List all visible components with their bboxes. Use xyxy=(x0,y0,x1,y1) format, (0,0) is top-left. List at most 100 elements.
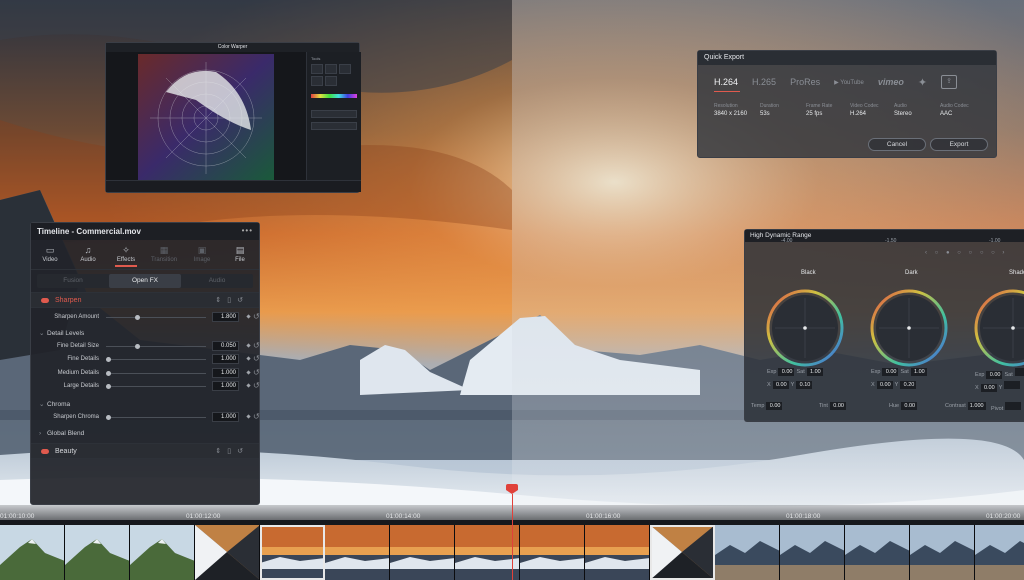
slider-knob[interactable] xyxy=(134,315,140,320)
reset-icon[interactable]: ↺ xyxy=(253,354,260,363)
keyframe-icon[interactable] xyxy=(246,342,251,348)
color-wheel[interactable] xyxy=(973,288,1024,368)
y-value[interactable]: 0.10 xyxy=(796,381,813,389)
keyframe-icon[interactable] xyxy=(246,369,251,375)
exp-value[interactable]: 0.00 xyxy=(986,371,1003,379)
reset-icon[interactable]: ↺ xyxy=(253,312,260,321)
sharpen-amount-value[interactable]: 1.800 xyxy=(212,312,239,322)
clip-thumbnail[interactable] xyxy=(780,525,845,580)
warper-tool-2[interactable] xyxy=(325,64,337,74)
codec-h264[interactable]: H.264 xyxy=(714,77,738,87)
playhead[interactable] xyxy=(506,484,518,580)
beauty-effect-header[interactable]: Beauty ⇕▯↺ xyxy=(31,443,259,459)
color-wheel[interactable] xyxy=(765,288,845,368)
reset-icon[interactable]: ↺ xyxy=(253,368,260,377)
reset-icon[interactable]: ↺ xyxy=(253,381,260,390)
more-dots-icon[interactable]: ••• xyxy=(242,226,253,235)
keyframe-icon[interactable] xyxy=(246,314,251,319)
detail-level-slider[interactable] xyxy=(106,370,206,376)
clip-thumbnail[interactable] xyxy=(390,525,455,580)
hdr-bottom-value[interactable]: 0.00 xyxy=(829,402,846,410)
clip-thumbnail[interactable] xyxy=(130,525,195,580)
export-button[interactable]: Export xyxy=(930,138,988,151)
slider-knob[interactable] xyxy=(106,414,111,420)
sat-value[interactable] xyxy=(1014,368,1024,376)
youtube-icon[interactable]: ▶ YouTube xyxy=(834,79,864,86)
tab-transition[interactable]: ▦ Transition xyxy=(145,240,183,269)
hdr-bottom-value[interactable] xyxy=(1005,402,1022,410)
y-value[interactable]: 0.20 xyxy=(900,381,917,389)
segment-open-fx[interactable]: Open FX xyxy=(109,274,181,288)
warper-tool-1[interactable] xyxy=(311,64,323,74)
effect-toggle-icon[interactable] xyxy=(41,449,49,454)
keyframe-icon[interactable] xyxy=(246,383,251,388)
warper-tool-5[interactable] xyxy=(325,76,337,86)
hdr-bottom-value[interactable]: 1.000 xyxy=(967,402,986,410)
frameio-icon[interactable]: ⇪ xyxy=(941,75,958,89)
tab-video[interactable]: ▭ Video xyxy=(31,240,69,269)
x-value[interactable]: 0.00 xyxy=(876,381,893,389)
detail-levels-section[interactable]: ⌄ Detail Levels xyxy=(31,325,259,340)
tab-audio[interactable]: ♫ Audio xyxy=(69,240,107,269)
clip-thumbnail[interactable] xyxy=(650,525,715,580)
detail-level-value[interactable]: 0.050 xyxy=(212,340,239,351)
sharpen-chroma-value[interactable]: 1.000 xyxy=(212,411,239,422)
chroma-section[interactable]: ⌄ Chroma xyxy=(31,396,259,411)
segment-audio[interactable]: Audio xyxy=(181,274,253,288)
warper-slider-2[interactable] xyxy=(311,122,357,130)
hdr-bottom-value[interactable]: 0.00 xyxy=(766,402,783,410)
slider-knob[interactable] xyxy=(106,357,111,362)
warper-tool-4[interactable] xyxy=(311,76,323,86)
sharpen-chroma-slider[interactable] xyxy=(106,414,206,420)
tab-image[interactable]: ▣ Image xyxy=(183,240,221,269)
clip-thumbnail[interactable] xyxy=(0,525,65,580)
segment-fusion[interactable]: Fusion xyxy=(37,274,109,288)
detail-level-slider[interactable] xyxy=(106,384,206,389)
trash-icon[interactable]: ▯ xyxy=(227,448,237,455)
sharpen-effect-header[interactable]: Sharpen ⇕▯↺ xyxy=(31,292,259,308)
keyframe-icon[interactable] xyxy=(246,413,251,419)
hdr-bottom-value[interactable]: 0.00 xyxy=(901,402,918,410)
codec-h265[interactable]: H.265 xyxy=(752,77,776,87)
reset-icon[interactable]: ↺ xyxy=(253,341,260,350)
detail-level-slider[interactable] xyxy=(106,357,206,362)
hue-spectrum-bar[interactable] xyxy=(311,94,357,98)
tab-effects[interactable]: ✧ Effects xyxy=(107,240,145,269)
warper-tool-3[interactable] xyxy=(339,64,351,74)
updown-icon[interactable]: ⇕ xyxy=(215,297,227,304)
color-wheel[interactable] xyxy=(869,288,949,368)
global-blend-section[interactable]: › Global Blend xyxy=(31,426,259,441)
y-value[interactable] xyxy=(1004,381,1021,389)
clip-thumbnail[interactable] xyxy=(195,525,260,580)
reset-icon[interactable]: ↺ xyxy=(237,448,249,455)
clip-thumbnail[interactable] xyxy=(325,525,390,580)
warper-slider[interactable] xyxy=(311,110,357,118)
x-value[interactable]: 0.00 xyxy=(772,381,789,389)
trash-icon[interactable]: ▯ xyxy=(227,297,237,304)
detail-level-slider[interactable] xyxy=(106,343,206,349)
clip-thumbnail[interactable] xyxy=(585,525,650,580)
reset-icon[interactable]: ↺ xyxy=(237,297,249,304)
detail-level-value[interactable]: 1.000 xyxy=(212,381,239,391)
cancel-button[interactable]: Cancel xyxy=(868,138,926,151)
sat-value[interactable]: 1.00 xyxy=(806,368,823,376)
color-warper-canvas[interactable] xyxy=(106,52,306,182)
clip-thumbnail[interactable] xyxy=(260,525,325,580)
sat-value[interactable]: 1.00 xyxy=(910,368,927,376)
slider-knob[interactable] xyxy=(106,384,111,389)
clip-thumbnail[interactable] xyxy=(715,525,780,580)
exp-value[interactable]: 0.00 xyxy=(882,368,899,376)
tab-file[interactable]: ▤ File xyxy=(221,240,259,269)
codec-prores[interactable]: ProRes xyxy=(790,77,820,87)
sharpen-amount-slider[interactable] xyxy=(106,315,206,320)
clip-thumbnail[interactable] xyxy=(845,525,910,580)
reset-icon[interactable]: ↺ xyxy=(253,412,260,421)
slider-knob[interactable] xyxy=(134,343,140,349)
effect-toggle-icon[interactable] xyxy=(41,298,49,303)
clip-thumbnail[interactable] xyxy=(975,525,1024,580)
clip-thumbnail[interactable] xyxy=(520,525,585,580)
detail-level-value[interactable]: 1.000 xyxy=(212,354,239,364)
vimeo-logo[interactable]: vimeo xyxy=(878,77,904,87)
updown-icon[interactable]: ⇕ xyxy=(215,448,227,455)
twitter-icon[interactable]: ✦ xyxy=(918,76,927,89)
